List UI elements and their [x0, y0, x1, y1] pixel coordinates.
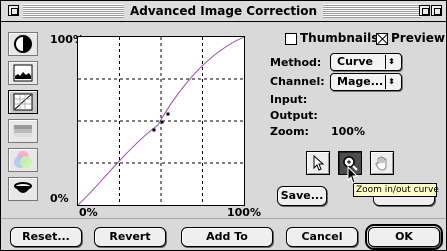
channel-value: Mage...	[337, 75, 384, 88]
levels-tool[interactable]	[8, 61, 38, 85]
method-label: Method:	[270, 56, 322, 69]
method-value: Curve	[337, 55, 373, 68]
preview-label: Preview	[391, 31, 446, 45]
zoom-value: 100%	[331, 125, 365, 138]
arrow-pointer-icon	[313, 155, 325, 171]
curve-tool[interactable]	[8, 90, 38, 114]
cup-tool[interactable]	[8, 177, 38, 201]
preview-checkbox[interactable]	[376, 33, 388, 45]
popup-arrows-icon: ⬍	[385, 55, 397, 69]
zoom-box[interactable]	[419, 5, 430, 16]
curve-point[interactable]	[166, 112, 170, 116]
advanced-image-correction-window: Advanced Image Correction 100% 0% 0% 100…	[0, 0, 447, 251]
brightness-contrast-tool[interactable]	[8, 32, 38, 56]
levels-icon	[13, 64, 33, 82]
zoom-label: Zoom:	[270, 125, 309, 138]
curve-grid	[77, 36, 245, 206]
window-title: Advanced Image Correction	[1, 3, 446, 19]
collapse-box[interactable]	[431, 5, 442, 16]
cup-icon	[14, 182, 32, 193]
brightness-contrast-icon	[14, 35, 32, 53]
grayscale-icon	[14, 125, 32, 137]
reset-button[interactable]: Reset...	[10, 227, 82, 247]
ok-button[interactable]: OK	[365, 224, 443, 250]
mouse-pointer-icon	[347, 166, 359, 184]
hand-icon	[375, 156, 387, 171]
channel-label: Channel:	[270, 75, 325, 88]
curve-icon	[13, 93, 33, 111]
thumbnails-checkbox[interactable]	[285, 33, 297, 45]
grayscale-tool[interactable]	[8, 119, 38, 143]
correction-tools	[8, 32, 40, 201]
title-bar[interactable]: Advanced Image Correction	[1, 1, 446, 22]
arrow-tool-button[interactable]	[306, 151, 330, 175]
save-button[interactable]: Save...	[277, 186, 327, 206]
channel-popup[interactable]: Mage... ⬍	[330, 73, 402, 91]
input-label: Input:	[270, 93, 308, 106]
zoom-tooltip: Zoom in/out curve	[353, 183, 439, 197]
method-popup[interactable]: Curve ⬍	[330, 53, 402, 71]
divider	[1, 218, 446, 219]
color-balance-tool[interactable]	[8, 148, 38, 172]
y-axis-bottom-label: 0%	[50, 192, 69, 205]
curve-plot[interactable]	[77, 36, 245, 206]
thumbnails-label: Thumbnails	[300, 31, 379, 45]
output-label: Output:	[270, 109, 318, 122]
add-to-menu-button[interactable]: Add To Menu...	[181, 227, 273, 250]
curve-graph-area: 100% 0% 0% 100%	[47, 31, 261, 221]
hand-tool-button[interactable]	[370, 151, 394, 175]
curve-point[interactable]	[160, 120, 164, 124]
color-balance-icon	[14, 151, 32, 168]
curve-point[interactable]	[152, 128, 156, 132]
popup-arrows-icon: ⬍	[385, 75, 397, 89]
revert-button[interactable]: Revert	[94, 227, 166, 247]
cancel-button[interactable]: Cancel	[286, 227, 358, 247]
